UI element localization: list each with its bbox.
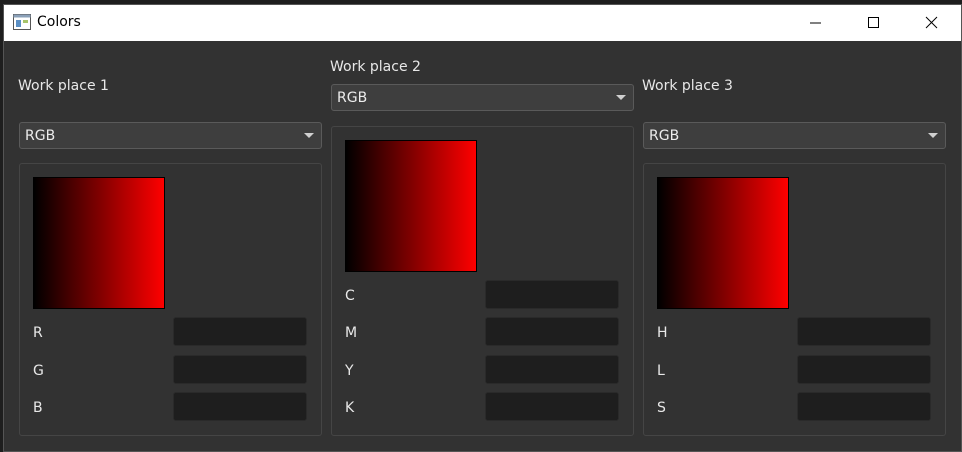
workplace-1-field-g-label: G [33,363,44,379]
close-icon [925,16,938,29]
workplace-3-field-l-input[interactable] [797,355,931,384]
maximize-button[interactable] [845,5,903,41]
workplace-2-mode-select[interactable]: RGB [331,84,634,111]
workplace-3-panel: H L S [643,163,946,436]
chevron-down-icon [304,133,314,138]
workplace-3-field-l-label: L [657,363,665,379]
workplace-3-mode-select[interactable]: RGB [643,122,946,149]
workplace-3-field-h-label: H [657,325,668,341]
workplace-1-mode-select[interactable]: RGB [19,122,322,149]
workplace-1-label: Work place 1 [18,78,109,94]
workplace-3-color-swatch[interactable] [657,177,789,309]
workplace-1-field-r-label: R [33,325,43,341]
window-title: Colors [37,14,81,30]
minimize-button[interactable] [787,5,845,41]
colors-window: Colors Work place 1 RGB R G B Work place… [3,4,962,452]
workplace-2-field-y-label: Y [345,363,354,379]
workplace-3-field-h-input[interactable] [797,317,931,346]
workplace-1-panel: R G B [19,163,322,436]
workplace-2-field-c-input[interactable] [485,280,619,309]
workplace-2-field-k-label: K [345,400,355,416]
workplace-3-field-s-input[interactable] [797,392,931,421]
workplace-2-field-c-label: C [345,288,355,304]
minimize-icon [810,22,821,24]
close-button[interactable] [903,5,961,41]
chevron-down-icon [928,133,938,138]
workplace-1-field-r-input[interactable] [173,317,307,346]
workplace-2-field-m-input[interactable] [485,317,619,346]
workplace-1-mode-value: RGB [25,128,56,144]
workplace-2-label: Work place 2 [330,59,421,75]
workplace-2-mode-value: RGB [337,90,368,106]
workplace-1-field-b-label: B [33,400,43,416]
workplace-2-color-swatch[interactable] [345,140,477,272]
workplace-3-field-s-label: S [657,400,666,416]
chevron-down-icon [616,95,626,100]
maximize-icon [868,17,879,28]
workplace-2-field-m-label: M [345,325,358,341]
workplace-1-color-swatch[interactable] [33,177,165,309]
workplace-2-field-y-input[interactable] [485,355,619,384]
workplace-1-field-g-input[interactable] [173,355,307,384]
workplace-3-label: Work place 3 [642,78,733,94]
workplace-2-panel: C M Y K [331,126,634,436]
window-app-icon [13,14,31,30]
workplace-3-mode-value: RGB [649,128,680,144]
workplace-2-field-k-input[interactable] [485,392,619,421]
workplace-1-field-b-input[interactable] [173,392,307,421]
title-bar[interactable]: Colors [4,5,961,41]
